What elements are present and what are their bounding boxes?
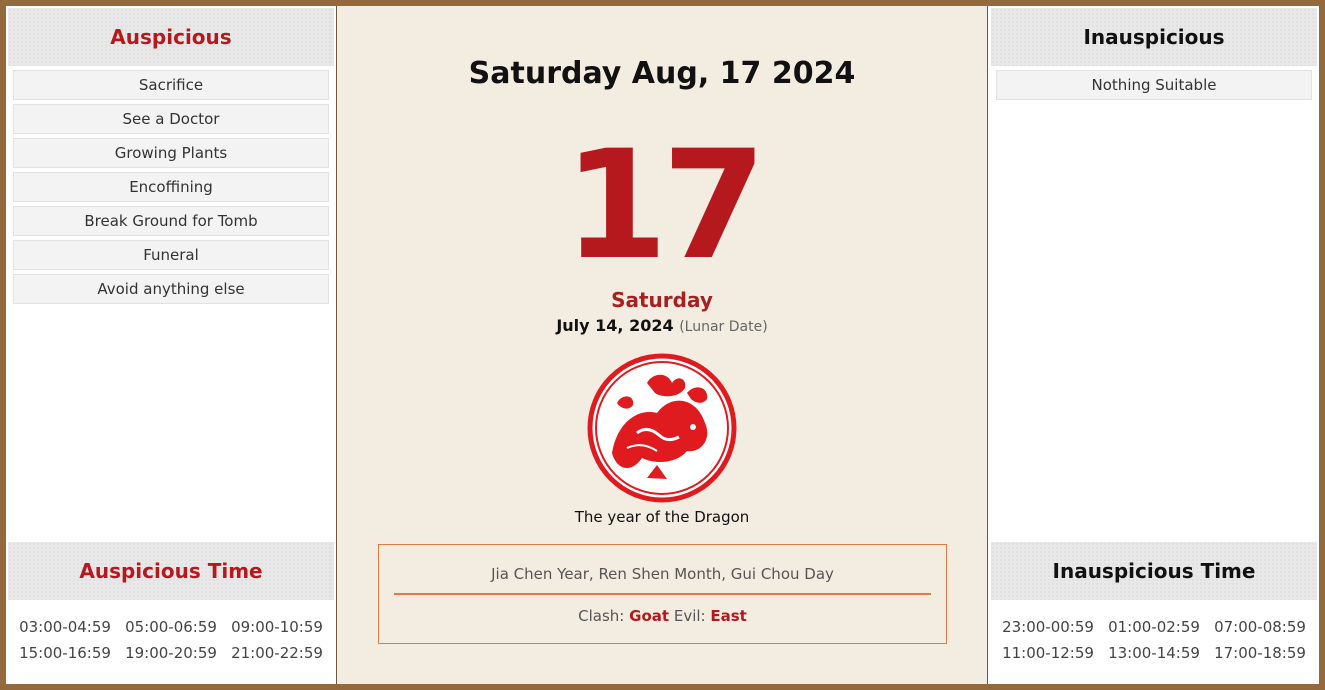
time-slot: 15:00-16:59 xyxy=(19,644,111,662)
clash-evil-line: Clash: Goat Evil: East xyxy=(379,607,946,625)
list-item: Avoid anything else xyxy=(13,274,329,304)
dragon-papercut-icon xyxy=(587,353,737,503)
page-title: Saturday Aug, 17 2024 xyxy=(468,56,856,91)
time-slot: 21:00-22:59 xyxy=(231,644,323,662)
time-slot: 11:00-12:59 xyxy=(1002,644,1094,662)
list-item: Growing Plants xyxy=(13,138,329,168)
inauspicious-time-heading: Inauspicious Time xyxy=(991,542,1317,600)
evil-value: East xyxy=(710,607,747,625)
inauspicious-list: Nothing Suitable xyxy=(996,70,1312,104)
list-item: Sacrifice xyxy=(13,70,329,100)
inauspicious-heading: Inauspicious xyxy=(991,8,1317,66)
time-slot: 05:00-06:59 xyxy=(125,618,217,636)
auspicious-time-grid: 03:00-04:59 05:00-06:59 09:00-10:59 15:0… xyxy=(6,618,336,662)
lunar-date-label: (Lunar Date) xyxy=(679,319,768,335)
time-slot: 07:00-08:59 xyxy=(1214,618,1306,636)
time-slot: 13:00-14:59 xyxy=(1108,644,1200,662)
zodiac-caption: The year of the Dragon xyxy=(574,508,750,526)
ganzhi-info-box: Jia Chen Year, Ren Shen Month, Gui Chou … xyxy=(378,544,947,644)
date-column: Saturday Aug, 17 2024 17 Saturday July 1… xyxy=(336,6,988,684)
auspicious-time-heading: Auspicious Time xyxy=(8,542,334,600)
list-item: Encoffining xyxy=(13,172,329,202)
evil-label: Evil: xyxy=(673,607,706,625)
weekday-label: Saturday xyxy=(611,288,713,312)
list-item: Nothing Suitable xyxy=(996,70,1312,100)
time-slot: 23:00-00:59 xyxy=(1002,618,1094,636)
time-slot: 17:00-18:59 xyxy=(1214,644,1306,662)
time-slot: 19:00-20:59 xyxy=(125,644,217,662)
time-slot: 09:00-10:59 xyxy=(231,618,323,636)
list-item: See a Doctor xyxy=(13,104,329,134)
clash-value: Goat xyxy=(629,607,670,625)
auspicious-list: Sacrifice See a Doctor Growing Plants En… xyxy=(13,70,329,308)
divider xyxy=(394,593,931,595)
lunar-date-value: July 14, 2024 xyxy=(556,316,674,335)
time-slot: 03:00-04:59 xyxy=(19,618,111,636)
ganzhi-text: Jia Chen Year, Ren Shen Month, Gui Chou … xyxy=(491,565,834,583)
inauspicious-time-grid: 23:00-00:59 01:00-02:59 07:00-08:59 11:0… xyxy=(989,618,1319,662)
list-item: Break Ground for Tomb xyxy=(13,206,329,236)
time-slot: 01:00-02:59 xyxy=(1108,618,1200,636)
lunar-date: July 14, 2024 (Lunar Date) xyxy=(337,316,987,335)
auspicious-heading: Auspicious xyxy=(8,8,334,66)
inauspicious-column: Inauspicious Nothing Suitable Inauspicio… xyxy=(989,6,1319,684)
list-item: Funeral xyxy=(13,240,329,270)
day-number: 17 xyxy=(563,119,767,293)
almanac-frame: Auspicious Sacrifice See a Doctor Growin… xyxy=(6,6,1319,684)
auspicious-column: Auspicious Sacrifice See a Doctor Growin… xyxy=(6,6,336,684)
clash-label: Clash: xyxy=(578,607,625,625)
